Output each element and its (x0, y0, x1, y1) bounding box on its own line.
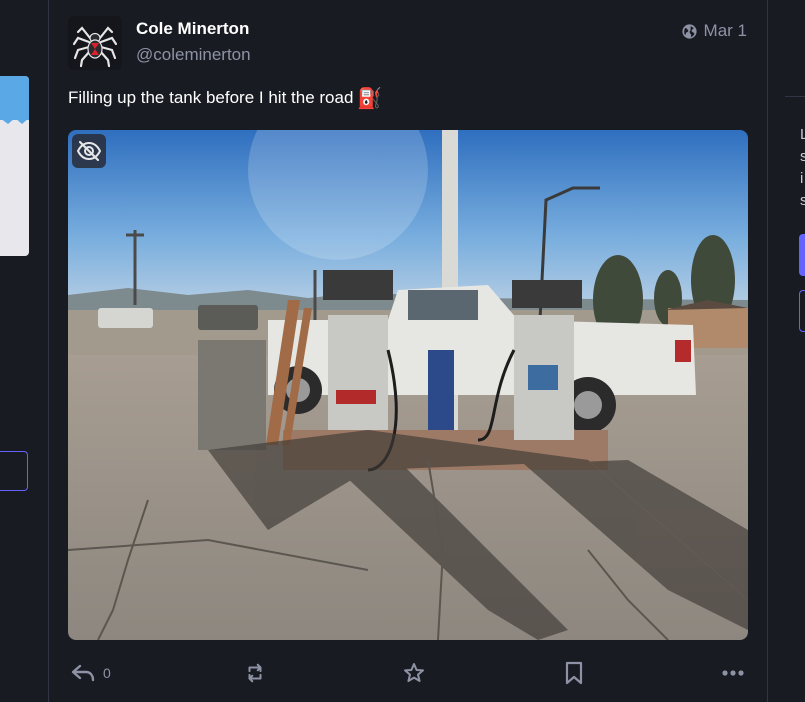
eye-slash-icon (76, 140, 102, 162)
right-sidebar-text: L s i s (800, 124, 805, 212)
left-outline-button[interactable] (0, 451, 28, 491)
display-name[interactable]: Cole Minerton (136, 19, 249, 39)
reply-icon (71, 664, 95, 682)
favourite-button[interactable] (402, 657, 426, 689)
right-primary-button[interactable] (799, 234, 805, 276)
status-card[interactable]: Cole Minerton @coleminerton Mar 1 Fillin… (49, 0, 767, 702)
right-column: L s i s (768, 0, 805, 702)
more-options-button[interactable] (722, 657, 744, 689)
right-sidebar-line: L (800, 126, 805, 143)
account-handle[interactable]: @coleminerton (136, 45, 251, 65)
reply-button[interactable]: 0 (71, 657, 111, 689)
right-secondary-button[interactable] (799, 290, 805, 332)
right-sidebar-line: s (800, 192, 805, 209)
avatar[interactable] (68, 16, 122, 70)
star-icon (404, 663, 424, 682)
status-action-bar: 0 (68, 657, 748, 689)
status-meta: Mar 1 (681, 21, 747, 41)
card-header-edge (0, 112, 29, 124)
profile-card-partial[interactable] (0, 76, 29, 256)
bookmark-button[interactable] (564, 657, 584, 689)
reply-count: 0 (103, 665, 111, 681)
ellipsis-icon (722, 670, 744, 676)
fuel-pump-emoji: ⛽ (357, 86, 383, 110)
bookmark-icon (565, 661, 583, 685)
hide-media-button[interactable] (72, 134, 106, 168)
retweet-icon (248, 663, 262, 683)
boost-button[interactable] (244, 657, 266, 689)
status-text: Filling up the tank before I hit the roa… (68, 88, 354, 107)
right-divider (785, 96, 805, 97)
status-content: Filling up the tank before I hit the roa… (68, 86, 382, 110)
gas-station-photo (68, 130, 748, 640)
right-sidebar-line: i (800, 170, 804, 187)
right-sidebar-line: s (800, 148, 805, 165)
media-attachment[interactable] (68, 130, 748, 640)
spider-avatar-icon (68, 16, 122, 70)
globe-icon (681, 23, 697, 39)
status-date[interactable]: Mar 1 (704, 21, 747, 41)
left-column (0, 0, 48, 702)
